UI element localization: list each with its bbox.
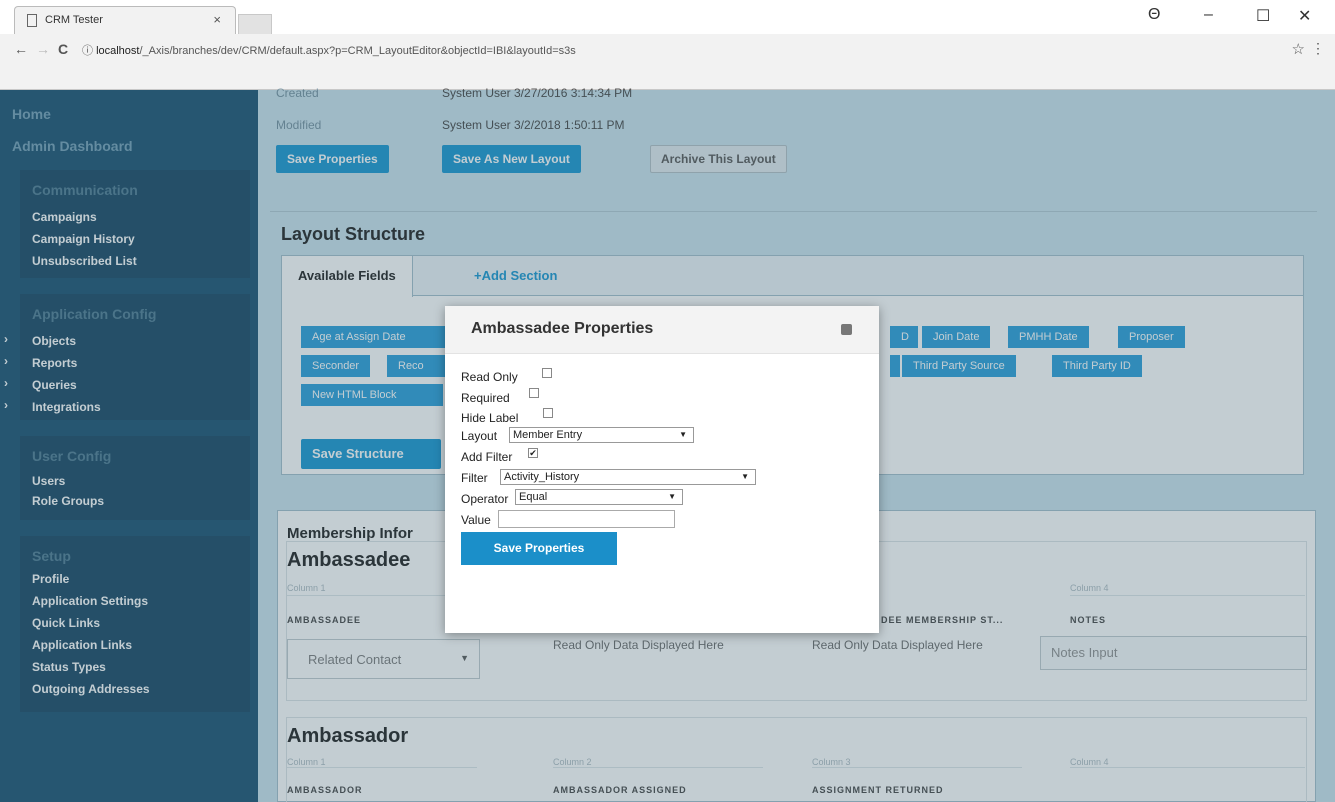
read-only-checkbox[interactable] (542, 368, 552, 378)
layout-select[interactable]: Member Entry ▼ (509, 427, 694, 443)
chevron-down-icon: ▼ (668, 492, 676, 501)
required-checkbox[interactable] (529, 388, 539, 398)
back-icon[interactable]: ← (14, 41, 28, 57)
value-input[interactable] (498, 510, 675, 528)
chevron-down-icon: ▼ (741, 472, 749, 481)
add-filter-checkbox[interactable]: ✔ (528, 448, 538, 458)
url-path: /_Axis/branches/dev/CRM/default.aspx?p=C… (139, 45, 576, 57)
required-label: Required (461, 391, 510, 405)
new-tab-button[interactable] (238, 14, 272, 34)
dialog-header: Ambassadee Properties (445, 306, 879, 354)
add-filter-label: Add Filter (461, 450, 513, 464)
filter-label: Filter (461, 471, 488, 485)
operator-label: Operator (461, 492, 509, 506)
browser-tab[interactable]: CRM Tester × (14, 6, 236, 34)
close-window-button[interactable]: ✕ (1298, 6, 1311, 26)
browser-tab-bar: CRM Tester × Θ – ☐ ✕ (0, 0, 1335, 34)
browser-menu-icon[interactable]: ⋮ (1311, 40, 1325, 57)
bookmark-star-icon[interactable]: ☆ (1292, 40, 1305, 58)
page-icon (27, 14, 37, 27)
hide-label-label: Hide Label (461, 411, 519, 425)
info-icon: ⓘ (82, 45, 93, 57)
account-icon[interactable]: Θ (1148, 6, 1160, 24)
forward-icon[interactable]: → (36, 41, 50, 57)
url-field[interactable]: ⓘ localhost/_Axis/branches/dev/CRM/defau… (82, 42, 576, 58)
url-host: localhost (96, 45, 140, 57)
dialog-save-properties-button[interactable]: Save Properties (461, 532, 617, 565)
reload-icon[interactable]: C (58, 41, 68, 57)
minimize-button[interactable]: – (1204, 6, 1213, 24)
read-only-label: Read Only (461, 370, 518, 384)
dialog-title: Ambassadee Properties (471, 320, 654, 337)
tab-close-icon[interactable]: × (213, 12, 221, 27)
tab-title: CRM Tester (45, 14, 103, 26)
value-label: Value (461, 513, 491, 527)
filter-select[interactable]: Activity_History ▼ (500, 469, 756, 485)
layout-label: Layout (461, 429, 498, 443)
address-bar: ← → C ⓘ localhost/_Axis/branches/dev/CRM… (0, 34, 1335, 90)
close-icon[interactable] (841, 324, 852, 335)
ambassadee-properties-dialog: Ambassadee Properties Read Only Required… (445, 306, 879, 633)
hide-label-checkbox[interactable] (543, 408, 553, 418)
operator-select[interactable]: Equal ▼ (515, 489, 683, 505)
maximize-button[interactable]: ☐ (1256, 6, 1270, 26)
chevron-down-icon: ▼ (679, 430, 687, 439)
